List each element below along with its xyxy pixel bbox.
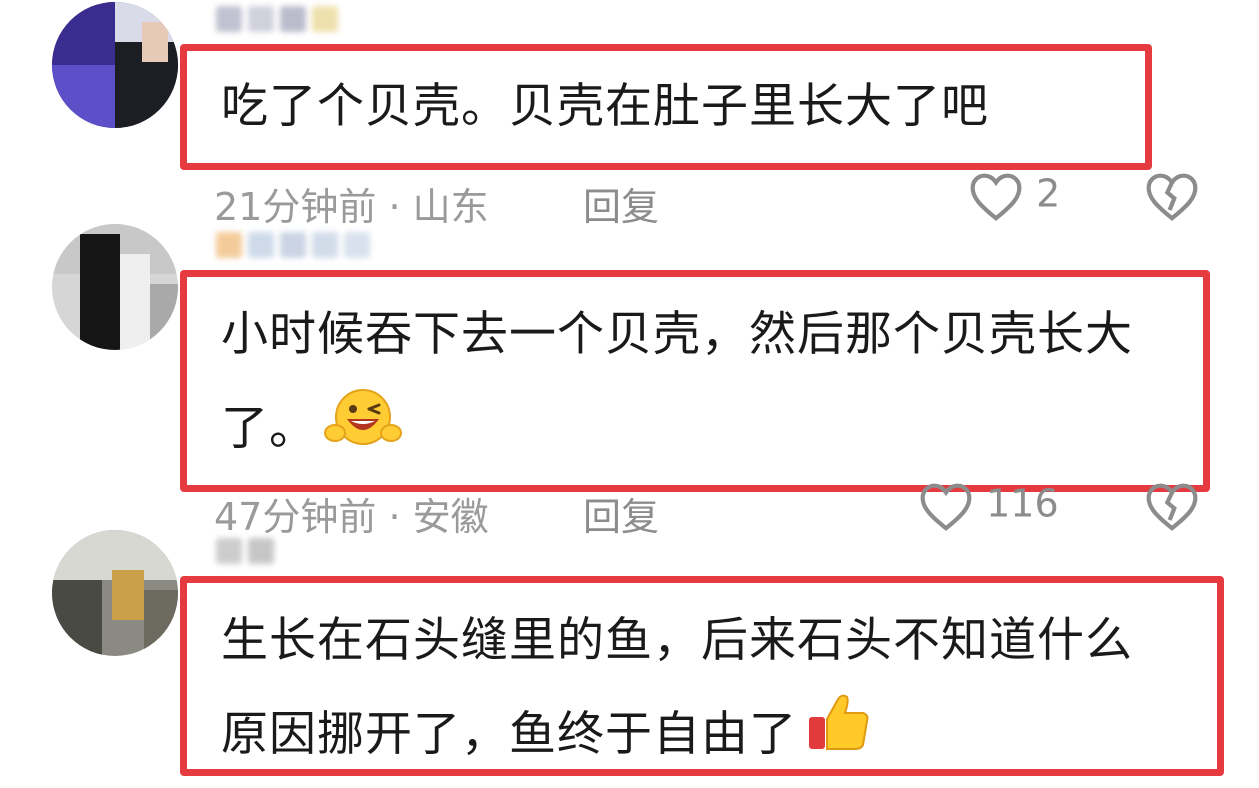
avatar[interactable]	[52, 224, 178, 350]
like-count: 2	[1036, 171, 1061, 216]
comment-meta: 47分钟前 · 安徽	[214, 486, 489, 541]
comment-meta: 21分钟前 · 山东	[214, 176, 489, 231]
comment-location: 山东	[412, 185, 489, 229]
comment-text-line-2: 了。	[221, 401, 317, 456]
broken-heart-icon	[1146, 483, 1198, 531]
like-button[interactable]: 116	[918, 480, 1059, 532]
comment-text: 小时候吞下去一个贝壳，然后那个贝壳长大 了。	[221, 289, 1133, 482]
heart-outline-icon	[920, 483, 972, 531]
broken-heart-icon	[1146, 173, 1198, 221]
comment-text-line-1: 小时候吞下去一个贝壳，然后那个贝壳长大	[221, 307, 1133, 362]
username-blurred[interactable]	[216, 538, 386, 568]
grinning-face-with-v-hands-icon	[323, 381, 403, 482]
dislike-button[interactable]	[1144, 480, 1200, 532]
comment-time: 21分钟前	[214, 185, 377, 229]
reply-button[interactable]: 回复	[583, 486, 659, 541]
highlighted-comment-box: 生长在石头缝里的鱼，后来石头不知道什么 原因挪开了，鱼终于自由了	[180, 576, 1224, 776]
username-blurred[interactable]	[216, 6, 386, 36]
thumbs-up-icon	[803, 687, 873, 788]
username-blurred[interactable]	[216, 232, 386, 262]
comment-time: 47分钟前	[214, 495, 377, 539]
highlighted-comment-box: 小时候吞下去一个贝壳，然后那个贝壳长大 了。	[180, 270, 1210, 492]
comment-text: 生长在石头缝里的鱼，后来石头不知道什么 原因挪开了，鱼终于自由了	[221, 595, 1133, 788]
comment-location: 安徽	[412, 495, 489, 539]
comment-text-line-1: 生长在石头缝里的鱼，后来石头不知道什么	[221, 613, 1133, 668]
avatar[interactable]	[52, 2, 178, 128]
comment-text-line-2: 原因挪开了，鱼终于自由了	[221, 707, 797, 762]
like-count: 116	[986, 481, 1059, 526]
comment-text: 吃了个贝壳。贝壳在肚子里长大了吧	[221, 61, 989, 153]
avatar[interactable]	[52, 530, 178, 656]
comment-text-line-1: 吃了个贝壳。贝壳在肚子里长大了吧	[221, 79, 989, 134]
meta-separator: ·	[388, 185, 401, 229]
dislike-button[interactable]	[1144, 170, 1200, 222]
heart-outline-icon	[970, 173, 1022, 221]
like-button[interactable]: 2	[968, 170, 1060, 222]
meta-separator: ·	[388, 495, 401, 539]
highlighted-comment-box: 吃了个贝壳。贝壳在肚子里长大了吧	[180, 44, 1152, 170]
reply-button[interactable]: 回复	[583, 176, 659, 231]
